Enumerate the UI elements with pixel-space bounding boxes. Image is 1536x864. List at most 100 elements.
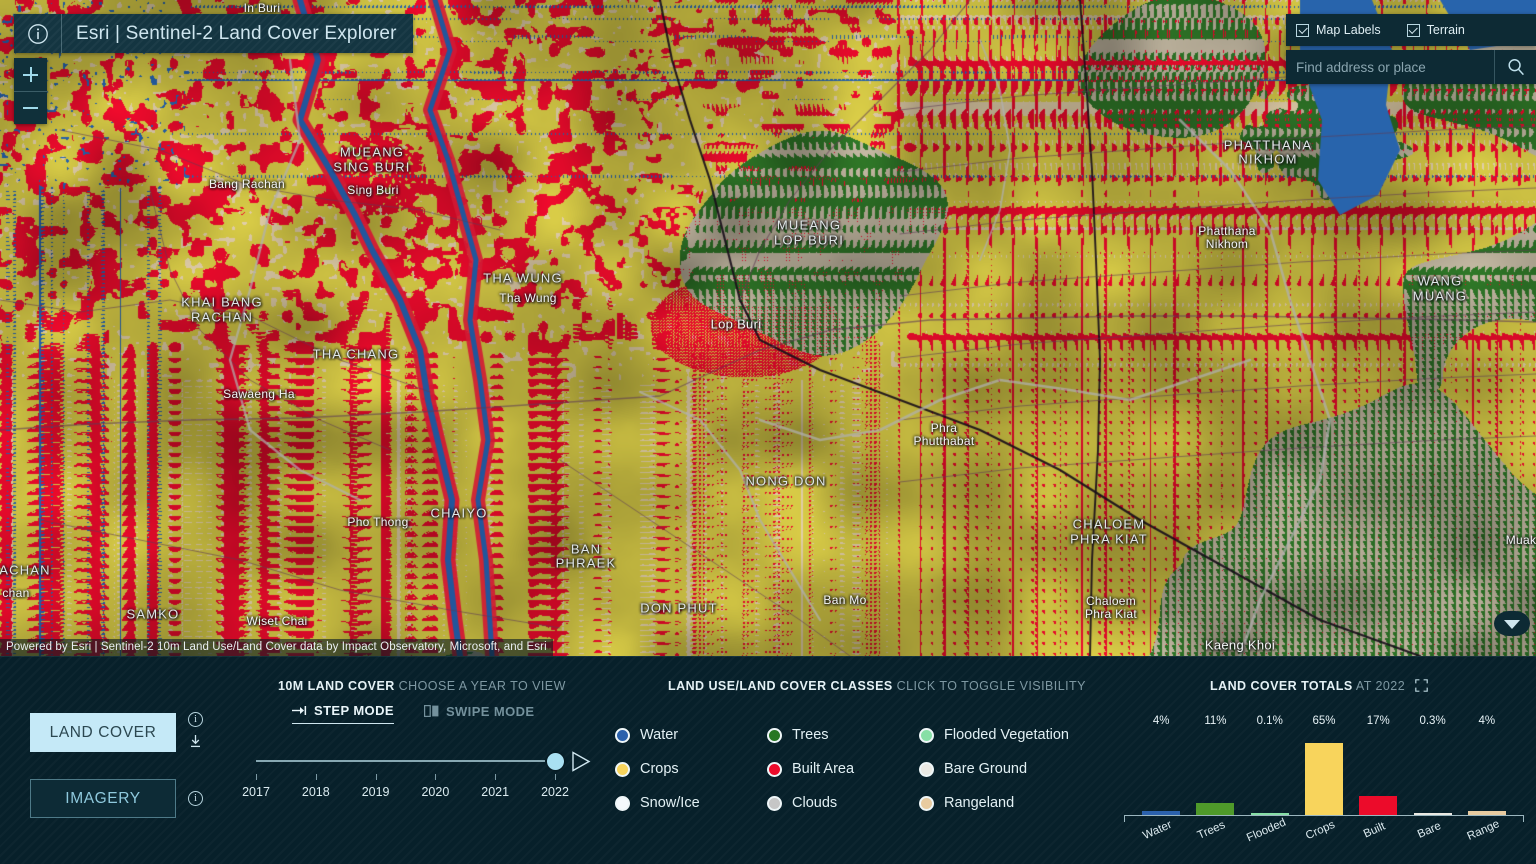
slider-year-2022[interactable]: 2022 — [541, 785, 569, 799]
download-icon[interactable] — [189, 734, 202, 753]
legend-color-swatch — [919, 727, 934, 743]
legend-item-label: Crops — [640, 761, 679, 777]
land-cover-row: LAND COVER i — [30, 712, 203, 753]
legend-item-flooded-vegetation[interactable]: Flooded Vegetation — [919, 727, 1085, 743]
legend-item-label: Rangeland — [944, 795, 1015, 811]
bar-value-label: 17% — [1366, 715, 1390, 727]
legend-item-label: Snow/Ice — [640, 795, 700, 811]
legend-color-swatch — [767, 727, 782, 743]
slider-year-2018[interactable]: 2018 — [302, 785, 330, 799]
legend-item-snow-ice[interactable]: Snow/Ice — [615, 795, 767, 811]
bar-category-label: Water — [1141, 818, 1174, 843]
map-attribution: Powered by Esri | Sentinel-2 10m Land Us… — [0, 639, 553, 656]
bar-value-label: 0.1% — [1256, 715, 1283, 727]
legend-color-swatch — [615, 727, 630, 743]
bar-value-label: 4% — [1152, 715, 1170, 727]
layer-mode-group: LAND COVER i IMAGERY i — [30, 712, 203, 818]
legend-grid: Water Trees Flooded Vegetation Crops Built A… — [615, 727, 1085, 811]
land-cover-explorer-app: In Buri Bang Rachan MUEANG SING BURI Sing Bu… — [0, 0, 1536, 864]
search-bar — [1286, 50, 1536, 84]
bar-category-labels: Water Trees Flooded Crops Built Bare Range — [1110, 817, 1530, 855]
swipe-mode-icon — [423, 705, 439, 717]
imagery-button[interactable]: IMAGERY — [30, 779, 176, 818]
legend-item-trees[interactable]: Trees — [767, 727, 919, 743]
bar-value-label: 0.3% — [1419, 715, 1446, 727]
bar-value-label: 4% — [1478, 715, 1496, 727]
legend-item-label: Bare Ground — [944, 761, 1028, 777]
timeline-heading-bold: 10M LAND COVER — [278, 679, 395, 693]
imagery-icons: i — [188, 791, 203, 806]
legend-color-swatch — [767, 761, 782, 777]
step-mode-icon — [292, 706, 307, 715]
slider-year-2021[interactable]: 2021 — [481, 785, 509, 799]
legend-item-bare-ground[interactable]: Bare Ground — [919, 761, 1085, 777]
map-view[interactable]: In Buri Bang Rachan MUEANG SING BURI Sing Bu… — [0, 0, 1536, 656]
bar-category-label: Range — [1465, 818, 1502, 843]
slider-year-labels: 2017 2018 2019 2020 2021 2022 — [242, 785, 597, 803]
legend-item-label: Built Area — [792, 761, 855, 777]
timeline-control: STEP MODE SWIPE MODE 2017 2018 2019 2020… — [242, 703, 597, 803]
collapse-panel-button[interactable] — [1494, 611, 1530, 636]
slider-tick — [375, 774, 377, 780]
checkbox-checked-icon[interactable] — [1406, 23, 1420, 37]
classes-heading-bold: LAND USE/LAND COVER CLASSES — [668, 679, 893, 693]
slider-year-2020[interactable]: 2020 — [421, 785, 449, 799]
info-icon[interactable]: i — [188, 712, 203, 727]
about-info-icon[interactable] — [14, 14, 62, 53]
legend-item-built-area[interactable]: Built Area — [767, 761, 919, 777]
totals-heading: LAND COVER TOTALS AT 2022 — [1210, 679, 1428, 695]
bar-value-label: 65% — [1312, 715, 1336, 727]
map-raster-layer[interactable] — [0, 0, 1536, 656]
year-slider[interactable] — [252, 750, 597, 772]
slider-year-2017[interactable]: 2017 — [242, 785, 270, 799]
legend-color-swatch — [615, 761, 630, 777]
slider-tick — [555, 774, 556, 780]
slider-thumb[interactable] — [547, 752, 564, 770]
land-cover-legend: Water Trees Flooded Vegetation Crops Built A… — [615, 715, 1085, 811]
map-options-panel: Map Labels Terrain — [1286, 14, 1536, 84]
bar-trees[interactable] — [1196, 802, 1235, 815]
timeline-heading-light: CHOOSE A YEAR TO VIEW — [398, 679, 566, 693]
toggle-terrain[interactable]: Terrain — [1406, 23, 1465, 37]
info-icon[interactable]: i — [188, 791, 203, 806]
legend-item-clouds[interactable]: Clouds — [767, 795, 919, 811]
bar-category-label: Trees — [1196, 819, 1228, 842]
bottom-control-panel: LAND COVER i IMAGERY i 10M LAND COVER CH… — [0, 656, 1536, 864]
legend-item-water[interactable]: Water — [615, 727, 767, 743]
legend-color-swatch — [767, 795, 782, 811]
bar-value-label: 11% — [1204, 715, 1227, 727]
legend-color-swatch — [615, 795, 630, 811]
legend-color-swatch — [919, 761, 934, 777]
zoom-controls — [14, 58, 47, 124]
tab-step-mode[interactable]: STEP MODE — [292, 703, 394, 724]
legend-item-crops[interactable]: Crops — [615, 761, 767, 777]
legend-item-label: Water — [640, 727, 679, 743]
bar-crops[interactable] — [1305, 742, 1343, 815]
land-cover-button[interactable]: LAND COVER — [30, 713, 176, 752]
legend-item-label: Flooded Vegetation — [944, 727, 1069, 743]
zoom-in-button[interactable] — [14, 58, 47, 91]
bar-built[interactable] — [1359, 796, 1398, 815]
slider-year-2019[interactable]: 2019 — [362, 785, 390, 799]
app-title-bar: Esri | Sentinel-2 Land Cover Explorer — [14, 14, 413, 53]
imagery-row: IMAGERY i — [30, 779, 203, 818]
toggle-map-labels[interactable]: Map Labels — [1296, 23, 1381, 37]
step-mode-label: STEP MODE — [314, 703, 394, 718]
land-cover-totals-chart: 4% 11% 0.1% 65% 17% 0.3% 4% Water Trees Flooded C… — [1110, 703, 1530, 844]
classes-heading-light: CLICK TO TOGGLE VISIBILITY — [896, 679, 1086, 693]
expand-icon[interactable] — [1415, 679, 1428, 695]
search-icon[interactable] — [1494, 50, 1536, 84]
swipe-mode-label: SWIPE MODE — [445, 703, 535, 719]
tab-swipe-mode[interactable]: SWIPE MODE — [423, 703, 535, 724]
timeline-heading: 10M LAND COVER CHOOSE A YEAR TO VIEW — [278, 679, 566, 693]
search-input[interactable] — [1286, 59, 1494, 75]
map-labels-label: Map Labels — [1316, 23, 1381, 37]
slider-track[interactable] — [256, 760, 545, 762]
totals-bar-chart: 4% 11% 0.1% 65% 17% 0.3% 4% Water Trees Flooded C… — [1110, 715, 1530, 844]
checkbox-checked-icon[interactable] — [1296, 23, 1309, 37]
zoom-out-button[interactable] — [14, 91, 47, 124]
legend-item-rangeland[interactable]: Rangeland — [919, 795, 1085, 811]
bar-plot-area — [1128, 737, 1520, 815]
bar-category-label: Bare — [1415, 820, 1443, 841]
timeline-mode-tabs: STEP MODE SWIPE MODE — [292, 703, 597, 724]
